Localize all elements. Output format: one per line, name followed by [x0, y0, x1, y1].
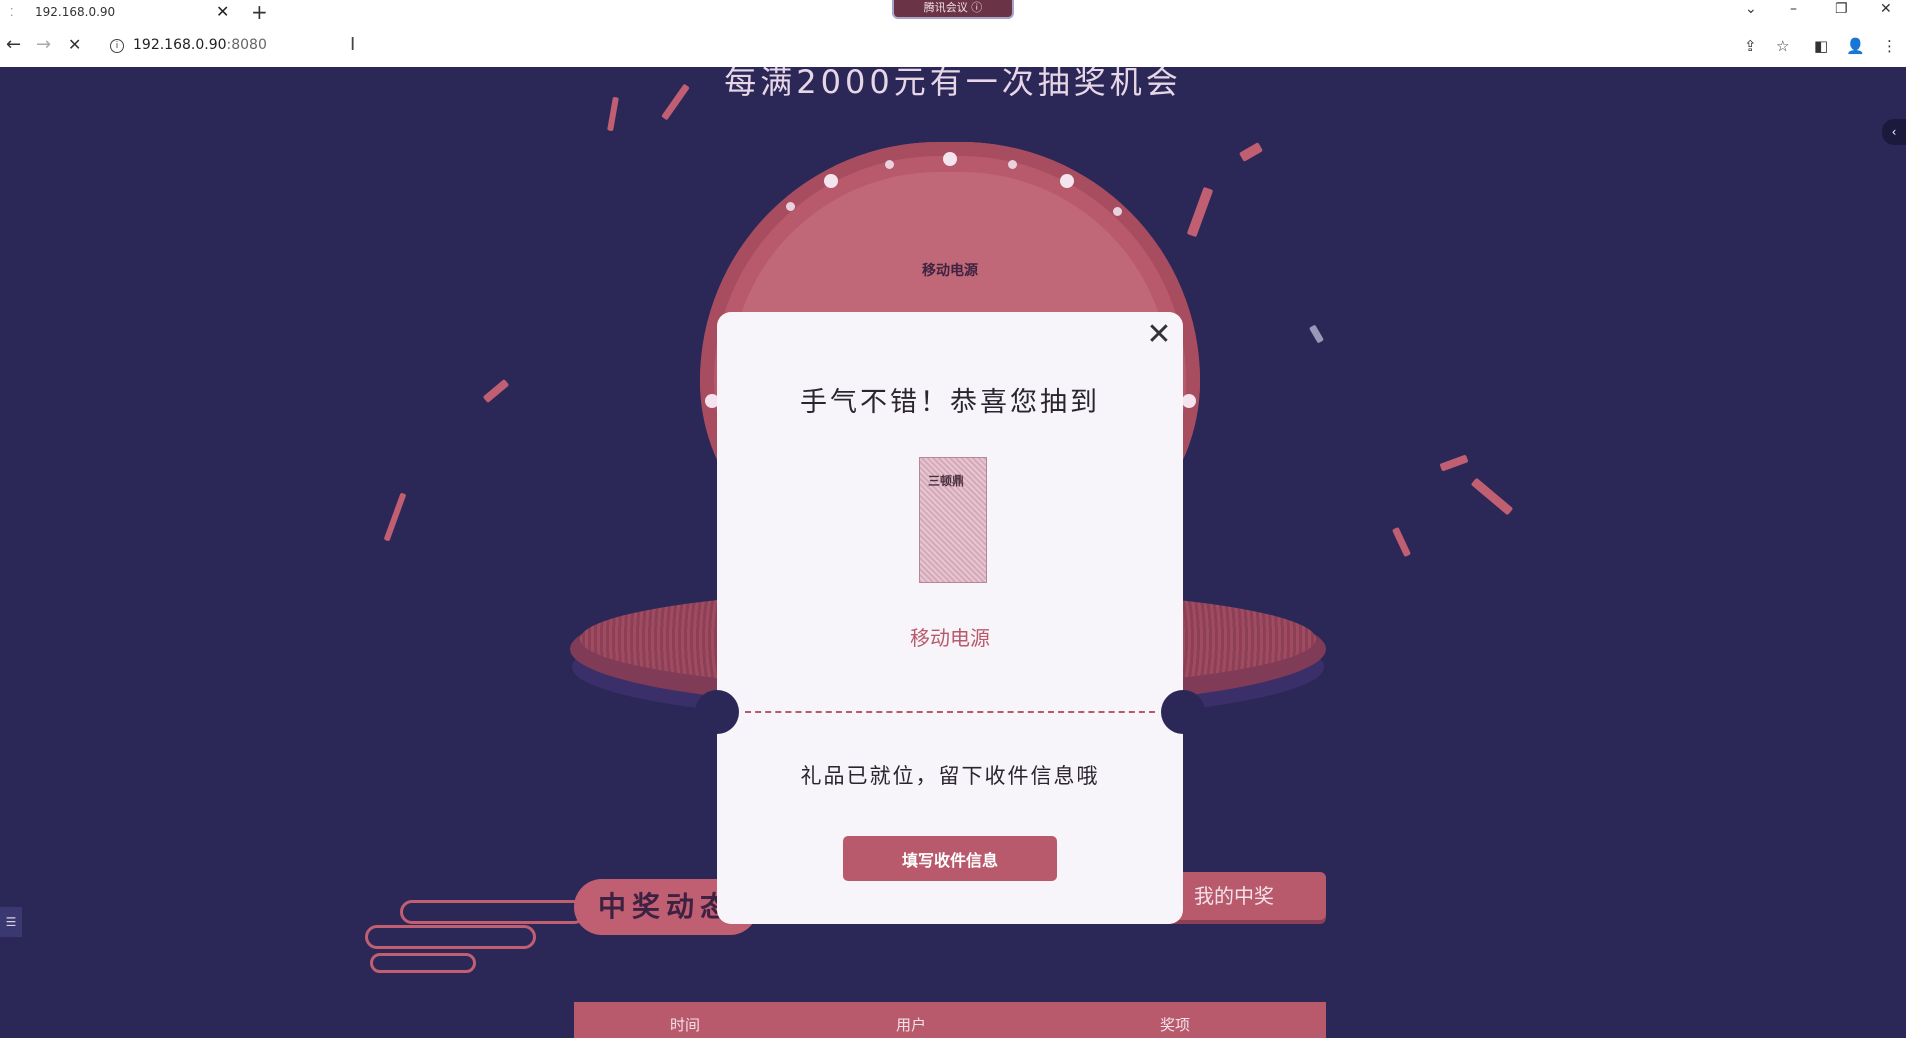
confetti-piece — [1186, 186, 1214, 238]
prize-image-label: 三顿鼎 — [928, 474, 965, 488]
winners-table-header: 时间 用户 奖项 — [574, 1002, 1326, 1038]
star-icon[interactable]: ☆ — [1776, 37, 1789, 55]
menu-icon[interactable]: ⋮ — [1882, 37, 1897, 55]
minimize-icon[interactable]: – — [1790, 1, 1797, 17]
list-menu-icon[interactable]: ☰ — [0, 907, 22, 937]
window-close-icon[interactable]: ✕ — [1880, 1, 1892, 17]
tab-loading-icon: ⁚ — [10, 6, 14, 19]
ticket-divider — [745, 711, 1155, 713]
cloud-decoration — [400, 900, 586, 924]
table-header-user: 用户 — [896, 1016, 927, 1034]
ticket-notch-right — [1161, 690, 1205, 734]
stop-loading-icon[interactable]: ✕ — [68, 35, 81, 54]
address-bar[interactable]: 192.168.0.90:8080 — [133, 37, 267, 53]
confetti-piece — [1391, 526, 1412, 558]
wheel-bulb — [824, 174, 838, 188]
browser-toolbar: ← → ✕ i 192.168.0.90:8080 I ⇪ ☆ ◧ 👤 ⋮ — [0, 24, 1906, 68]
tab-close-icon[interactable]: ✕ — [216, 2, 229, 21]
browser-tab-bar: ⁚ 192.168.0.90 ✕ + 腾讯会议 ⓘ ⌄ – ❐ ✕ — [0, 0, 1906, 24]
confetti-piece — [383, 492, 407, 542]
wheel-bulb — [885, 160, 894, 169]
wheel-bulb — [786, 202, 795, 211]
tab-search-icon[interactable]: ⌄ — [1745, 1, 1757, 17]
browser-tab[interactable]: ⁚ 192.168.0.90 ✕ — [0, 0, 238, 24]
prize-name: 移动电源 — [910, 626, 990, 650]
modal-close-icon[interactable]: ✕ — [1145, 320, 1173, 350]
modal-subtitle: 礼品已就位，留下收件信息哦 — [800, 764, 1100, 788]
wheel-bulb — [1182, 394, 1196, 408]
collapse-panel-icon[interactable]: ‹ — [1882, 119, 1906, 145]
confetti-piece — [1238, 142, 1264, 162]
profile-icon[interactable]: 👤 — [1846, 37, 1865, 55]
wheel-prize-label: 移动电源 — [922, 263, 978, 279]
url-host: 192.168.0.90 — [133, 37, 227, 53]
prize-modal: ✕ 手气不错！恭喜您抽到 三顿鼎 移动电源 礼品已就位，留下收件信息哦 填写收件… — [695, 312, 1205, 924]
text-cursor-icon: I — [350, 34, 356, 55]
url-port: :8080 — [226, 37, 267, 53]
restore-icon[interactable]: ❐ — [1835, 1, 1848, 17]
meeting-badge-label: 腾讯会议 — [923, 1, 968, 14]
fill-shipping-info-button[interactable]: 填写收件信息 — [843, 836, 1057, 881]
cloud-decoration — [370, 953, 476, 973]
confetti-piece — [482, 378, 510, 404]
back-icon[interactable]: ← — [6, 34, 21, 55]
table-header-prize: 奖项 — [1160, 1016, 1191, 1034]
confetti-piece — [1308, 324, 1325, 344]
share-icon[interactable]: ⇪ — [1744, 37, 1757, 55]
info-icon[interactable]: i — [110, 39, 124, 53]
wheel-bulb — [1008, 160, 1017, 169]
page-headline: 每满2000元有一次抽奖机会 — [724, 67, 1182, 101]
new-tab-button[interactable]: + — [251, 0, 268, 24]
cloud-decoration — [365, 925, 536, 949]
confetti-piece — [1439, 454, 1469, 472]
lottery-page: 每满2000元有一次抽奖机会 移动电源 中奖动态 我的中奖 时间 用户 奖项 ☰… — [0, 67, 1906, 1038]
modal-title: 手气不错！恭喜您抽到 — [800, 387, 1100, 418]
ticket-notch-left — [695, 690, 739, 734]
wheel-bulb — [1113, 207, 1122, 216]
forward-icon[interactable]: → — [36, 34, 51, 55]
prize-image: 三顿鼎 — [919, 457, 987, 583]
confetti-piece — [1470, 477, 1514, 516]
wheel-bulb — [1060, 174, 1074, 188]
sidebar-icon[interactable]: ◧ — [1814, 37, 1828, 55]
table-header-time: 时间 — [670, 1016, 701, 1034]
meeting-badge[interactable]: 腾讯会议 ⓘ — [892, 0, 1014, 19]
wheel-bulb — [943, 152, 957, 166]
tab-title: 192.168.0.90 — [35, 5, 116, 19]
